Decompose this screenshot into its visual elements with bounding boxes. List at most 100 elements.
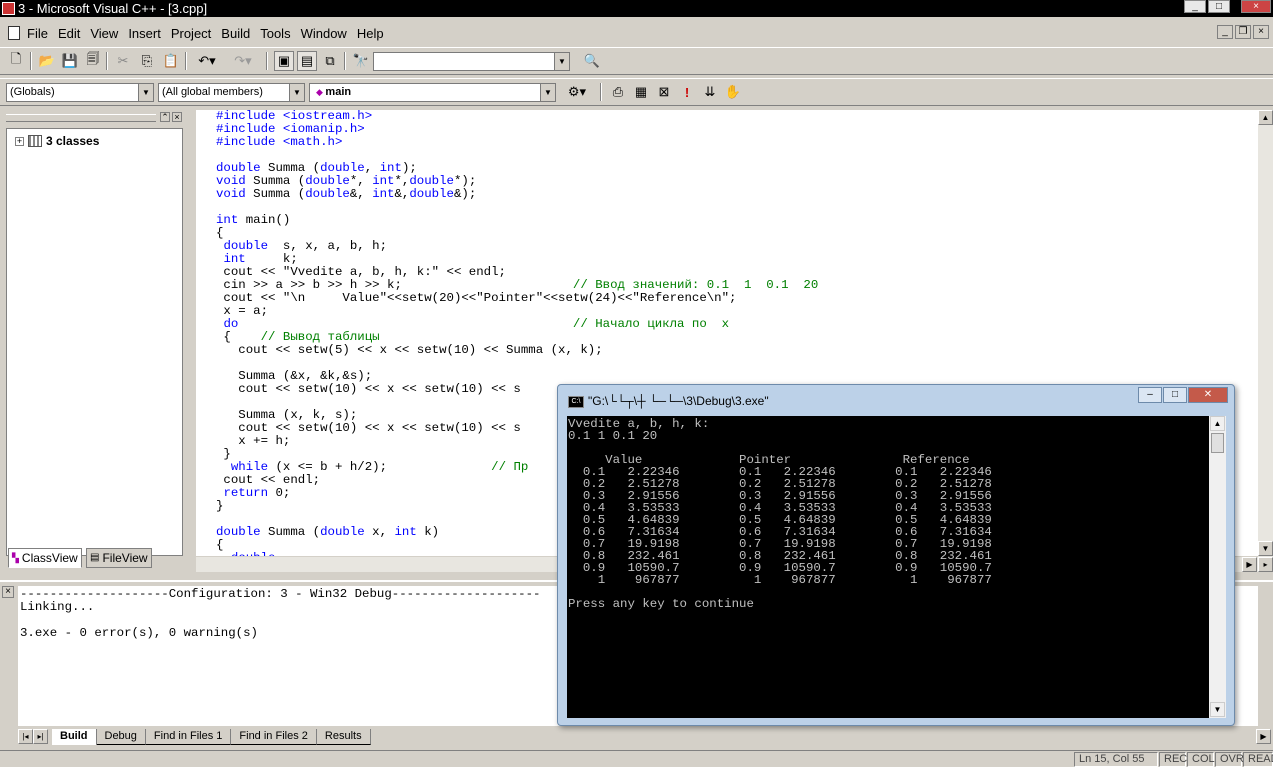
console-maximize-button[interactable]: □ bbox=[1163, 387, 1187, 403]
member-icon: ◆ bbox=[316, 87, 326, 97]
class-tree[interactable]: + 3 classes bbox=[6, 128, 183, 556]
code-text: cout << setw(10) << x << setw(10) << s bbox=[216, 421, 521, 435]
filter-combo[interactable]: (All global members) ▼ bbox=[158, 83, 305, 102]
code-line[interactable]: void Summa (double&, int&,double&); bbox=[216, 188, 818, 201]
console-scrollbar[interactable]: ▲ ▼ bbox=[1209, 416, 1226, 718]
scroll-right-icon[interactable]: ▶ bbox=[1242, 557, 1257, 572]
stop-build-icon[interactable]: ⊠ bbox=[654, 82, 674, 102]
execute-icon[interactable]: ! bbox=[677, 82, 697, 102]
mdi-minimize-button[interactable]: _ bbox=[1217, 25, 1233, 39]
build-icon[interactable]: ▦ bbox=[631, 82, 651, 102]
compile-icon[interactable]: ⎙ bbox=[608, 82, 628, 102]
expand-icon[interactable]: + bbox=[15, 136, 24, 146]
tab-nav-first-icon[interactable]: |◂ bbox=[18, 729, 33, 744]
tab-output-results[interactable]: Results bbox=[316, 729, 371, 745]
wizard-bar: (Globals) ▼ (All global members) ▼ ◆ main ▼… bbox=[0, 78, 1273, 106]
mdi-close-button[interactable]: × bbox=[1253, 25, 1269, 39]
code-text: &, bbox=[349, 187, 373, 201]
editor-vertical-scrollbar[interactable]: ▲ ▼ ▸ bbox=[1258, 110, 1273, 572]
console-scroll-down-icon[interactable]: ▼ bbox=[1210, 702, 1225, 717]
mdi-restore-button[interactable]: ❐ bbox=[1235, 25, 1251, 39]
save-icon[interactable]: 💾 bbox=[60, 51, 80, 71]
code-text: Summa (&x, &k,&s); bbox=[216, 369, 373, 383]
console-screen[interactable]: Vvedite a, b, h, k: 0.1 1 0.1 20 Value Po… bbox=[567, 416, 1209, 718]
menu-window[interactable]: Window bbox=[301, 26, 347, 41]
find-in-files-icon[interactable]: 🔭 bbox=[351, 51, 371, 71]
scroll-down-icon[interactable]: ▼ bbox=[1258, 541, 1273, 556]
menu-help[interactable]: Help bbox=[357, 26, 384, 41]
workspace-restore-icon[interactable]: ⌃ bbox=[160, 112, 170, 122]
code-keyword: void bbox=[216, 174, 246, 188]
scroll-bottom-icon[interactable]: ▸ bbox=[1258, 557, 1273, 572]
code-text: Summa (x, k, s); bbox=[216, 408, 358, 422]
code-keyword: double bbox=[305, 174, 350, 188]
menu-bar: File Edit View Insert Project Build Tools Windo… bbox=[0, 22, 1273, 44]
tree-node-root[interactable]: + 3 classes bbox=[15, 134, 99, 148]
code-keyword: double bbox=[409, 187, 454, 201]
console-scroll-thumb[interactable] bbox=[1211, 433, 1224, 453]
redo-icon[interactable]: ↷▾ bbox=[228, 51, 258, 71]
tab-output-debug[interactable]: Debug bbox=[96, 729, 146, 745]
code-line[interactable]: double s, x, a, b, h; bbox=[216, 240, 818, 253]
tab-fileview[interactable]: ▤ FileView bbox=[86, 548, 152, 568]
code-text: k) bbox=[416, 525, 440, 539]
new-text-file-icon[interactable]: 🗋 bbox=[6, 51, 26, 71]
code-line[interactable]: cout << "\n Value"<<setw(20)<<"Pointer"<… bbox=[216, 292, 818, 305]
code-text: , bbox=[364, 161, 380, 175]
scroll-up-icon[interactable]: ▲ bbox=[1258, 110, 1273, 125]
copy-icon[interactable]: ⎘ bbox=[137, 51, 157, 71]
go-icon[interactable]: ⇊ bbox=[700, 82, 720, 102]
tab-nav-next-icon[interactable]: ▸| bbox=[33, 729, 48, 744]
code-text: Summa ( bbox=[260, 161, 321, 175]
console-minimize-button[interactable]: – bbox=[1138, 387, 1162, 403]
scope-value: (Globals) bbox=[10, 86, 55, 98]
tab-classview[interactable]: ▚ ClassView bbox=[8, 548, 82, 568]
close-button[interactable]: × bbox=[1241, 0, 1271, 13]
tab-output-find-in-files-2[interactable]: Find in Files 2 bbox=[231, 729, 317, 745]
output-close-icon[interactable]: × bbox=[2, 586, 14, 598]
breakpoint-icon[interactable]: ✋ bbox=[723, 82, 743, 102]
tab-output-find-in-files-1[interactable]: Find in Files 1 bbox=[145, 729, 232, 745]
menu-edit[interactable]: Edit bbox=[58, 26, 80, 41]
find-icon[interactable]: 🔍 bbox=[582, 51, 602, 71]
scope-combo[interactable]: (Globals) ▼ bbox=[6, 83, 154, 102]
status-read: READ bbox=[1243, 752, 1273, 767]
document-icon[interactable] bbox=[8, 26, 20, 40]
open-folder-icon[interactable]: 📂 bbox=[37, 51, 57, 71]
window-list-icon[interactable]: ⧉ bbox=[320, 51, 340, 71]
console-close-button[interactable]: ✕ bbox=[1188, 387, 1228, 403]
workspace-close-icon[interactable]: × bbox=[172, 112, 182, 122]
code-line[interactable]: #include <math.h> bbox=[216, 136, 818, 149]
menu-project[interactable]: Project bbox=[171, 26, 211, 41]
tab-output-build[interactable]: Build bbox=[52, 729, 97, 745]
wizard-action-icon[interactable]: ⚙▾ bbox=[561, 82, 593, 102]
console-scroll-up-icon[interactable]: ▲ bbox=[1210, 416, 1225, 431]
cut-icon[interactable]: ✂ bbox=[113, 51, 133, 71]
workspace-gripper[interactable] bbox=[6, 114, 156, 122]
menu-insert[interactable]: Insert bbox=[128, 26, 161, 41]
menu-tools[interactable]: Tools bbox=[260, 26, 290, 41]
console-line: Vvedite a, b, h, k: bbox=[568, 417, 710, 431]
console-icon[interactable]: C:\ bbox=[568, 396, 584, 408]
app-icon[interactable] bbox=[2, 2, 15, 15]
find-combo[interactable]: ▼ bbox=[373, 52, 570, 71]
paste-icon[interactable]: 📋 bbox=[161, 51, 181, 71]
console-window[interactable]: C:\ "G:\└└┬\┼ └─└─\3\Debug\3.exe" – □ ✕ … bbox=[557, 384, 1235, 726]
output-scroll-right-icon[interactable]: ▶ bbox=[1256, 729, 1271, 744]
undo-icon[interactable]: ↶▾ bbox=[192, 51, 222, 71]
code-line[interactable]: cout << setw(5) << x << setw(10) << Summ… bbox=[216, 344, 818, 357]
save-all-icon[interactable]: 🗐 bbox=[83, 51, 103, 71]
output-toggle-icon[interactable]: ▤ bbox=[297, 51, 317, 71]
code-line[interactable] bbox=[216, 201, 818, 214]
menu-build[interactable]: Build bbox=[221, 26, 250, 41]
workspace-toggle-icon[interactable]: ▣ bbox=[274, 51, 294, 71]
maximize-button[interactable]: □ bbox=[1208, 0, 1230, 13]
menu-view[interactable]: View bbox=[90, 26, 118, 41]
code-line[interactable]: int main() bbox=[216, 214, 818, 227]
member-combo[interactable]: ◆ main ▼ bbox=[309, 83, 556, 102]
code-keyword: double bbox=[216, 525, 261, 539]
minimize-button[interactable]: _ bbox=[1184, 0, 1206, 13]
code-text: } bbox=[216, 447, 231, 461]
code-text: *, bbox=[349, 174, 373, 188]
menu-file[interactable]: File bbox=[27, 26, 48, 41]
